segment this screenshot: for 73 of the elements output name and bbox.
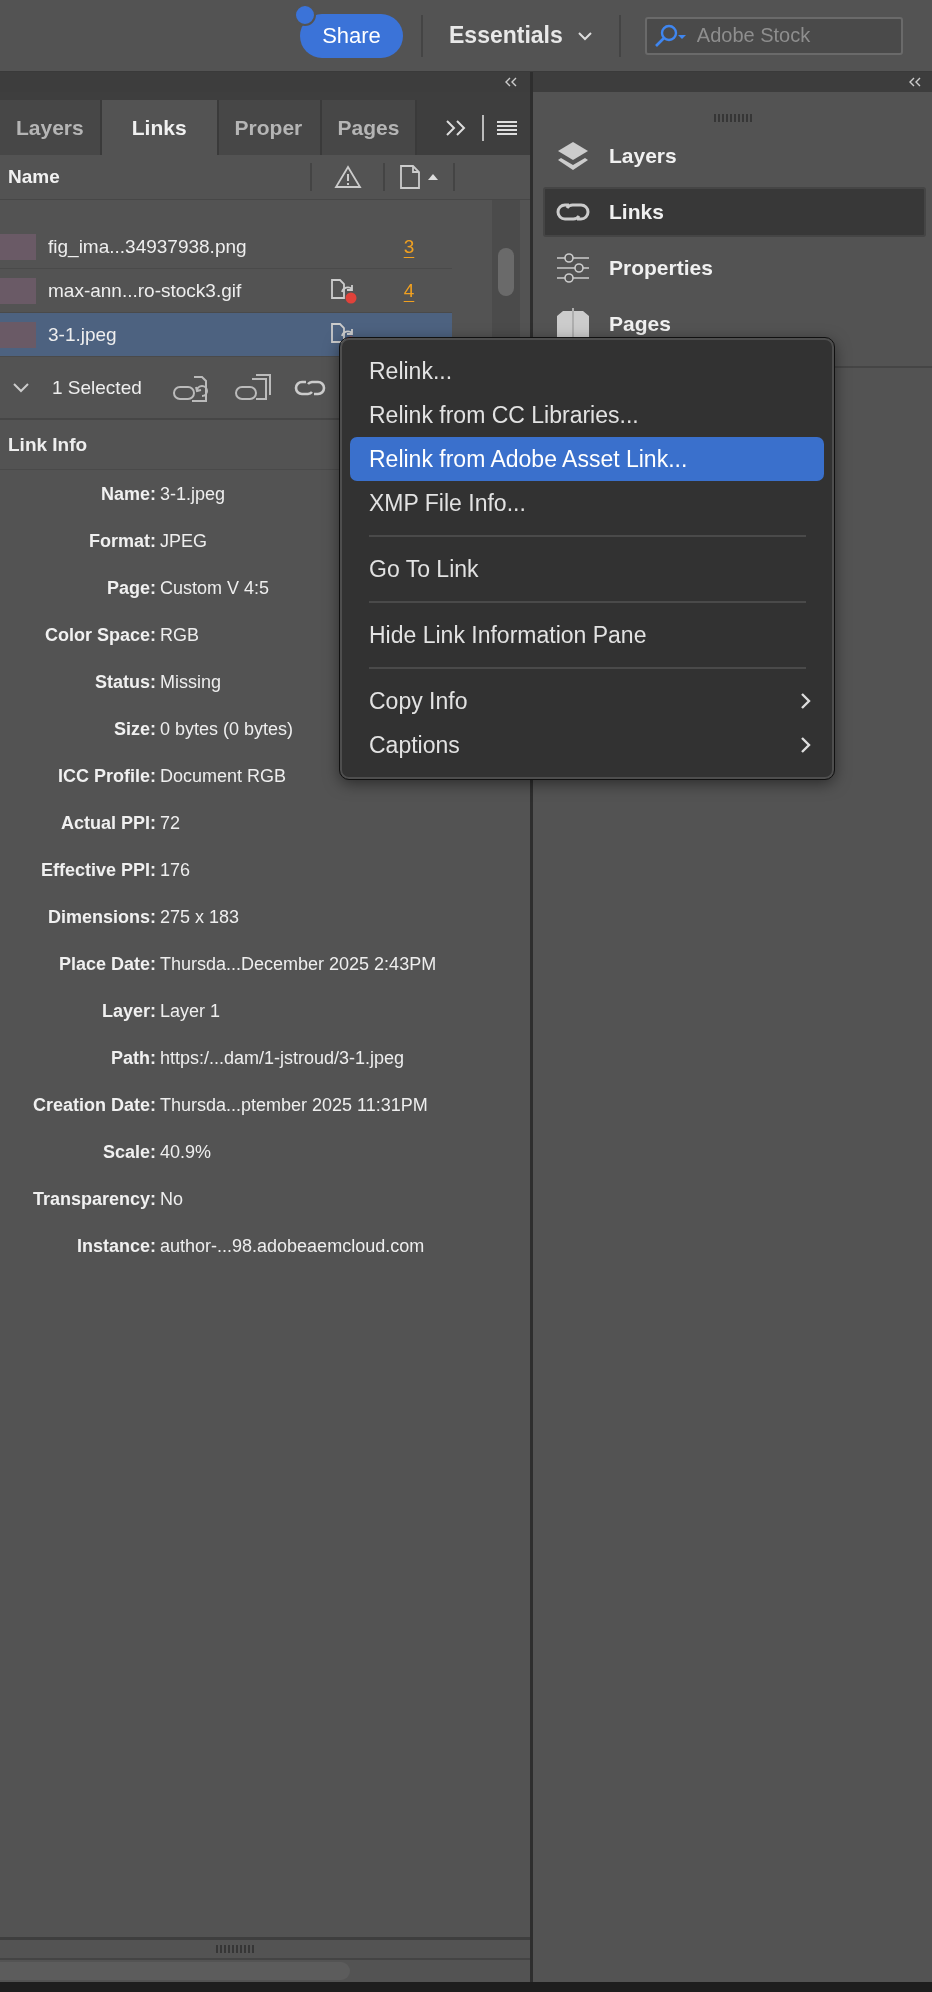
field-label: Creation Date: xyxy=(31,1095,156,1116)
link-row[interactable]: fig_ima...34937938.png 3 xyxy=(0,225,452,269)
field-value: Thursda...December 2025 2:43PM xyxy=(160,954,437,975)
link-icon[interactable] xyxy=(293,378,326,398)
page-link[interactable]: 4 xyxy=(374,279,444,302)
field-value: Document RGB xyxy=(160,766,287,787)
field-value: https:/...dam/1-jstroud/3-1.jpeg xyxy=(160,1048,405,1069)
menu-item[interactable]: Copy Info xyxy=(350,679,824,723)
sliders-icon xyxy=(555,252,591,284)
pages-icon xyxy=(555,308,591,340)
chevron-down-icon xyxy=(576,30,593,41)
menu-item[interactable]: Go To Link xyxy=(350,547,824,591)
field-label: Dimensions: xyxy=(46,907,156,928)
panel-tab[interactable]: Links xyxy=(101,100,219,155)
file-name: 3-1.jpeg xyxy=(48,323,118,346)
warning-icon[interactable] xyxy=(333,165,362,189)
field-label: Transparency: xyxy=(31,1189,156,1210)
field-label: Format: xyxy=(88,531,156,552)
share-button[interactable]: Share xyxy=(300,13,403,58)
field-label: Color Space: xyxy=(43,625,156,646)
field-label: ICC Profile: xyxy=(57,766,156,787)
field-label: Scale: xyxy=(101,1142,156,1163)
menu-item[interactable]: Hide Link Information Pane xyxy=(350,613,824,657)
page-link[interactable]: 3 xyxy=(374,235,444,258)
sort-ascending-icon[interactable] xyxy=(427,173,439,181)
chevron-down-icon[interactable] xyxy=(12,382,30,394)
dock-item[interactable]: Layers xyxy=(543,128,926,184)
field-value: 176 xyxy=(160,860,191,881)
field-label: Name: xyxy=(99,484,156,505)
thumbnail-placeholder xyxy=(0,321,36,348)
field-label: Page: xyxy=(105,578,156,599)
field-value: Missing xyxy=(160,672,221,693)
panel-tab[interactable]: Proper xyxy=(218,100,322,155)
dock-item[interactable]: Properties xyxy=(543,240,926,296)
field-label: Path: xyxy=(110,1048,156,1069)
field-label: Actual PPI: xyxy=(59,813,156,834)
workspace-switcher[interactable]: Essentials xyxy=(441,22,601,49)
field-value: 0 bytes (0 bytes) xyxy=(160,719,294,740)
menu-icon[interactable] xyxy=(496,119,518,136)
field-value: Layer 1 xyxy=(160,1001,221,1022)
field-value: Thursda...ptember 2025 11:31PM xyxy=(160,1095,428,1116)
resize-grip-icon[interactable] xyxy=(712,114,753,122)
panel-tab[interactable]: Layers xyxy=(0,100,102,155)
field-value: JPEG xyxy=(160,531,207,552)
collapse-icon[interactable] xyxy=(908,77,922,87)
field-value: 3-1.jpeg xyxy=(160,484,226,505)
field-label: Layer: xyxy=(100,1001,156,1022)
selection-count: 1 Selected xyxy=(52,377,142,399)
field-value: 275 x 183 xyxy=(160,907,240,928)
dock-item[interactable]: Links xyxy=(543,187,926,237)
column-header[interactable]: Name xyxy=(0,163,312,191)
field-value: 40.9% xyxy=(160,1142,212,1163)
field-value: 72 xyxy=(160,813,181,834)
resize-grip-icon[interactable] xyxy=(215,1944,255,1954)
field-label: Effective PPI: xyxy=(39,860,156,881)
menu-item[interactable]: Relink from Adobe Asset Link... xyxy=(350,437,824,481)
page-icon[interactable] xyxy=(399,164,421,190)
collapse-icon[interactable] xyxy=(504,77,518,87)
file-name: max-ann...ro-stock3.gif xyxy=(48,279,243,302)
field-label: Place Date: xyxy=(57,954,156,975)
field-value: RGB xyxy=(160,625,199,646)
field-value: Custom V 4:5 xyxy=(160,578,270,599)
file-name: fig_ima...34937938.png xyxy=(48,235,248,258)
menu-item[interactable]: Captions xyxy=(350,723,824,767)
dock-item[interactable]: Pages xyxy=(543,296,926,352)
menu-item[interactable]: XMP File Info... xyxy=(350,481,824,525)
field-label: Instance: xyxy=(75,1236,156,1257)
field-value: author-...98.adobeaemcloud.com xyxy=(160,1236,425,1257)
panel-tab[interactable]: Pages xyxy=(321,100,418,155)
field-label: Status: xyxy=(94,672,156,693)
field-label: Size: xyxy=(113,719,156,740)
field-value: No xyxy=(160,1189,183,1210)
search-field[interactable]: Adobe Stock xyxy=(644,16,903,55)
